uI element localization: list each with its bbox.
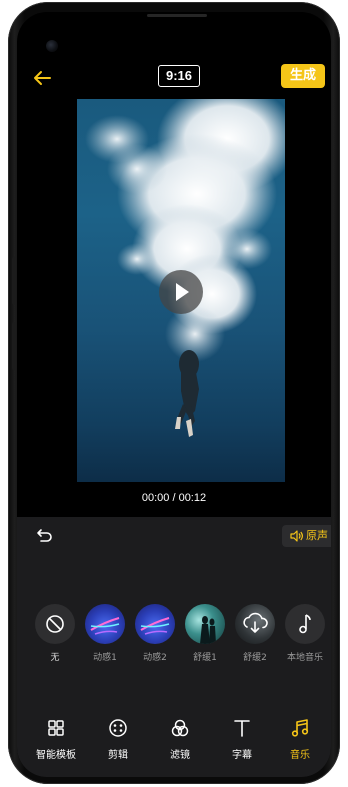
back-button[interactable] xyxy=(31,67,53,89)
prohibit-icon xyxy=(35,604,75,644)
music-item-dynamic-1[interactable]: 动感1 xyxy=(82,604,128,663)
playback-timecode: 00:00 / 00:12 xyxy=(141,492,207,504)
tab-smart-template[interactable]: 智能模板 xyxy=(25,717,87,761)
undo-icon xyxy=(37,529,52,542)
power-button xyxy=(12,322,16,370)
tab-label: 字幕 xyxy=(232,750,252,761)
filter-icon xyxy=(171,719,189,737)
music-item-label: 无 xyxy=(50,653,60,663)
music-item-label: 本地音乐 xyxy=(286,653,323,663)
grid-icon xyxy=(48,720,64,736)
music-icon xyxy=(291,719,309,737)
music-list: 无 动感1 动感2 舒缓1 舒缓2 本地音乐 xyxy=(17,604,331,674)
music-note-icon xyxy=(285,604,325,644)
music-item-none[interactable]: 无 xyxy=(32,604,78,663)
play-button[interactable] xyxy=(159,270,203,314)
music-item-local[interactable]: 本地音乐 xyxy=(282,604,328,663)
tab-label: 滤镜 xyxy=(170,750,190,761)
tab-filter[interactable]: 滤镜 xyxy=(149,717,211,761)
undo-button[interactable] xyxy=(35,526,55,546)
music-thumb-soothing-2-download xyxy=(235,604,275,644)
arrow-left-icon xyxy=(34,71,51,85)
front-camera xyxy=(46,40,58,52)
music-item-label: 动感1 xyxy=(93,653,117,663)
music-thumb-dynamic-2 xyxy=(135,604,175,644)
aspect-ratio-button[interactable]: 9:16 xyxy=(158,65,200,87)
music-item-label: 舒缓1 xyxy=(193,653,217,663)
video-preview[interactable] xyxy=(77,99,285,482)
original-audio-button[interactable]: 原声 xyxy=(282,525,331,547)
tab-music[interactable]: 音乐 xyxy=(269,717,331,761)
music-thumb-soothing-1 xyxy=(185,604,225,644)
tab-edit[interactable]: 剪辑 xyxy=(87,717,149,761)
music-item-soothing-1[interactable]: 舒缓1 xyxy=(182,604,228,663)
music-item-label: 舒缓2 xyxy=(243,653,267,663)
tab-label: 音乐 xyxy=(290,750,310,761)
tab-label: 智能模板 xyxy=(36,750,76,761)
tab-label: 剪辑 xyxy=(108,750,128,761)
scissors-icon xyxy=(109,719,127,737)
play-icon xyxy=(176,283,189,301)
tab-subtitle[interactable]: 字幕 xyxy=(211,717,273,761)
bottom-tab-bar: 智能模板 剪辑 滤镜 字幕 音乐 xyxy=(17,717,331,767)
volume-button xyxy=(12,257,16,305)
speaker-icon xyxy=(290,530,303,542)
original-audio-label: 原声 xyxy=(306,529,328,542)
earpiece xyxy=(147,14,207,17)
music-thumb-dynamic-1 xyxy=(85,604,125,644)
generate-button[interactable]: 生成 xyxy=(281,64,325,88)
app-screen: 9:16 生成 00:00 / 00:12 原声 无 动感1 动感2 舒缓1 舒… xyxy=(17,12,331,777)
music-item-label: 动感2 xyxy=(143,653,167,663)
text-icon xyxy=(234,720,250,737)
music-item-soothing-2[interactable]: 舒缓2 xyxy=(232,604,278,663)
music-item-dynamic-2[interactable]: 动感2 xyxy=(132,604,178,663)
